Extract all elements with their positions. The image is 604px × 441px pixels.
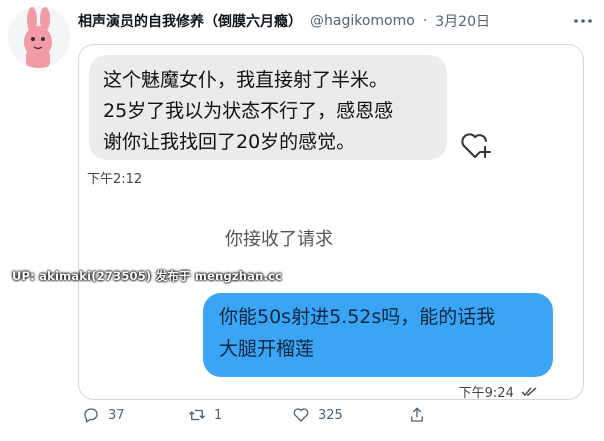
heart-add-icon: [459, 129, 495, 161]
retweet-button[interactable]: 1: [188, 406, 222, 424]
avatar[interactable]: [8, 6, 70, 68]
watermark-text: UP: akimaki(273505) 发布于 mengzhan.cc: [12, 269, 283, 283]
more-horizontal-icon: [574, 19, 592, 23]
incoming-message-time: 下午2:12: [87, 172, 143, 187]
tweet-media-screenshot[interactable]: 这个魅魔女仆，我直接射了半米。 25岁了我以为状态不行了，感恩感 谢你让我找回了…: [78, 44, 584, 400]
reply-button[interactable]: 37: [82, 406, 125, 424]
heart-icon: [293, 408, 309, 422]
incoming-message-bubble: 这个魅魔女仆，我直接射了半米。 25岁了我以为状态不行了，感恩感 谢你让我找回了…: [89, 55, 447, 160]
reply-count: 37: [108, 407, 125, 423]
tweet-actions: 37 1 325: [78, 406, 582, 430]
author-name[interactable]: 相声演员的自我修养（倒膜六月瘾）: [78, 11, 302, 31]
double-check-icon: [521, 387, 537, 397]
retweet-icon: [189, 409, 205, 421]
reply-icon: [84, 408, 98, 423]
tweet-header: 相声演员的自我修养（倒膜六月瘾） @hagikomomo · 3月20日: [78, 10, 574, 32]
like-count: 325: [318, 407, 343, 423]
outgoing-message-time: 下午9:24: [458, 382, 537, 400]
tweet-date[interactable]: 3月20日: [435, 11, 490, 31]
pink-rabbit-avatar-icon: [8, 6, 70, 68]
system-message: 你接收了请求: [225, 229, 333, 250]
more-options-button[interactable]: [572, 10, 594, 32]
share-icon: [411, 407, 423, 422]
outgoing-time-label: 下午9:24: [458, 386, 514, 400]
share-button[interactable]: [408, 406, 426, 424]
outgoing-message-bubble: 你能50s射进5.52s吗，能的话我 大腿开榴莲: [203, 293, 553, 377]
retweet-count: 1: [214, 407, 223, 423]
like-button[interactable]: 325: [292, 406, 343, 424]
separator: ·: [422, 13, 428, 29]
author-handle[interactable]: @hagikomomo: [310, 13, 415, 29]
